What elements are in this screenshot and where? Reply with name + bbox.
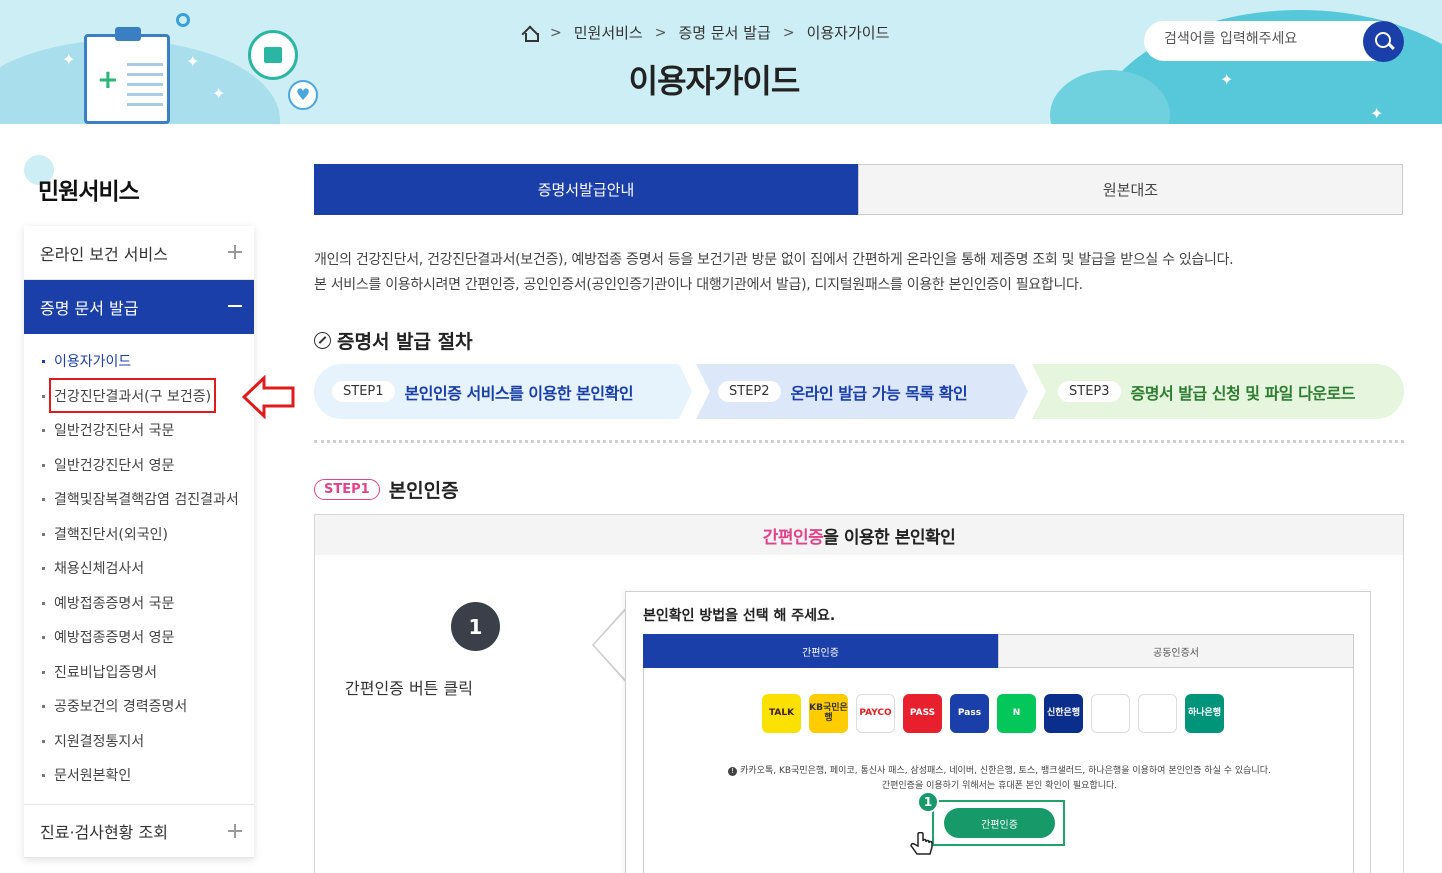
- ring-decor: [176, 13, 190, 27]
- sub-item[interactable]: 결핵및잠복결핵감염 검진결과서: [40, 482, 254, 517]
- sub-item[interactable]: 지원결정통지서: [40, 724, 254, 759]
- dotted-divider: [314, 440, 1404, 443]
- annotation-highlight-box: [49, 378, 216, 413]
- pointing-hand-icon: [910, 832, 933, 855]
- sub-item[interactable]: 결핵진단서(외국인): [40, 517, 254, 552]
- pencil-icon: [314, 332, 331, 349]
- step1-heading: STEP1 본인인증: [314, 476, 459, 503]
- step-badge: STEP3: [1058, 381, 1121, 402]
- auth-provider-icons: TALK KB국민은행 PAYCO PASS Pass N 신한은행 하나은행: [762, 694, 1224, 733]
- tab-certificate-guide[interactable]: 증명서발급안내: [314, 164, 858, 215]
- plus-icon[interactable]: [228, 824, 242, 838]
- simple-auth-button[interactable]: 간편인증: [944, 808, 1055, 838]
- annotation-highlight-box: 1 간편인증: [917, 791, 1065, 846]
- guide-box: 간편인증 을 이용한 본인확인 1 간편인증 버튼 클릭 본인확인 방법을 선택 …: [314, 514, 1404, 873]
- minus-icon[interactable]: [228, 305, 242, 307]
- hana-bank-icon[interactable]: 하나은행: [1185, 694, 1224, 733]
- tab-joint-certificate[interactable]: 공동인증서: [998, 634, 1354, 668]
- step-number-badge: 1: [451, 602, 500, 651]
- sub-item[interactable]: 문서원본확인: [40, 758, 254, 793]
- sub-item[interactable]: 예방접종증명서 영문: [40, 620, 254, 655]
- section-title: 증명서 발급 절차: [314, 327, 473, 354]
- page-title: 이용자가이드: [628, 62, 801, 100]
- sidebar-menu-online-health[interactable]: 온라인 보건 서비스: [24, 226, 254, 280]
- sub-item[interactable]: 예방접종증명서 국문: [40, 586, 254, 621]
- guide-caption: 간편인증 버튼 클릭: [345, 679, 473, 698]
- shinhan-bank-icon[interactable]: 신한은행: [1044, 694, 1083, 733]
- note-line: 간편인증을 이용하기 위해서는 휴대폰 본인 확인이 필요합니다.: [881, 781, 1118, 791]
- toss-icon[interactable]: [1091, 694, 1130, 733]
- arrow-left-icon: [242, 375, 295, 419]
- search-icon[interactable]: [1363, 21, 1404, 62]
- procedure-steps: STEP1 본인인증 서비스를 이용한 본인확인 STEP2 온라인 발급 가능…: [314, 364, 1404, 419]
- sub-item[interactable]: 공중보건의 경력증명서: [40, 689, 254, 724]
- chevron-right-icon: >: [654, 24, 667, 41]
- search-input[interactable]: [1164, 31, 1354, 47]
- step-heading-text: 본인인증: [388, 480, 459, 502]
- pass-icon[interactable]: PASS: [903, 694, 942, 733]
- sub-item[interactable]: 일반건강진단서 국문: [40, 413, 254, 448]
- breadcrumb: > 민원서비스 > 증명 문서 발급 > 이용자가이드: [522, 22, 889, 43]
- sparkle-icon: ✦: [1370, 104, 1384, 123]
- step-badge: STEP2: [718, 381, 781, 402]
- procedure-step-3: STEP3 증명서 발급 신청 및 파일 다운로드: [1032, 364, 1404, 419]
- step-badge: STEP1: [332, 381, 395, 402]
- samsung-pass-icon[interactable]: Pass: [950, 694, 989, 733]
- tab-simple-auth[interactable]: 간편인증: [643, 634, 998, 668]
- procedure-step-2: STEP2 온라인 발급 가능 목록 확인: [696, 364, 1028, 419]
- tab-original-compare[interactable]: 원본대조: [858, 164, 1403, 215]
- breadcrumb-item[interactable]: 민원서비스: [574, 22, 643, 43]
- menu-label: 온라인 보건 서비스: [40, 244, 168, 264]
- intro-text: 개인의 건강진단서, 건강진단결과서(보건증), 예방접종 증명서 등을 보건기…: [314, 248, 1234, 298]
- breadcrumb-item[interactable]: 이용자가이드: [807, 22, 890, 43]
- sidebar-title: 민원서비스: [38, 179, 140, 205]
- banksalad-icon[interactable]: [1138, 694, 1177, 733]
- guide-box-title: 간편인증 을 이용한 본인확인: [315, 515, 1403, 555]
- menu-label: 진료·검사현황 조회: [40, 823, 168, 842]
- kakao-talk-icon[interactable]: TALK: [762, 694, 801, 733]
- breadcrumb-item[interactable]: 증명 문서 발급: [678, 22, 770, 43]
- panel-pointer: [592, 607, 627, 683]
- procedure-step-1: STEP1 본인인증 서비스를 이용한 본인확인: [314, 364, 692, 419]
- sidebar-menu-treatment[interactable]: 진료·검사현황 조회: [24, 804, 254, 858]
- chevron-right-icon: >: [550, 24, 562, 41]
- sub-item[interactable]: 채용신체검사서: [40, 551, 254, 586]
- guide-title-rest: 을 이용한 본인확인: [823, 527, 956, 548]
- sidebar: 온라인 보건 서비스 증명 문서 발급 이용자가이드 건강진단결과서(구 보건증…: [24, 226, 254, 858]
- info-icon: !: [728, 767, 738, 776]
- note-line: ! 카카오톡, KB국민은행, 페이코, 통신사 패스, 삼성패스, 네이버, 신…: [644, 764, 1355, 779]
- home-icon[interactable]: [522, 25, 539, 42]
- plus-icon[interactable]: [228, 245, 242, 259]
- kb-bank-icon[interactable]: KB국민은행: [809, 694, 848, 733]
- click-order-badge: 1: [917, 791, 939, 813]
- note-text: 카카오톡, KB국민은행, 페이코, 통신사 패스, 삼성패스, 네이버, 신한…: [740, 766, 1271, 776]
- guide-title-highlight: 간편인증: [762, 527, 824, 548]
- payco-icon[interactable]: PAYCO: [856, 694, 895, 733]
- menu-label: 증명 문서 발급: [40, 299, 139, 318]
- auth-panel-screenshot: 본인확인 방법을 선택 해 주세요. 간편인증 공동인증서 TALK KB국민은행…: [625, 591, 1371, 873]
- panel-body: TALK KB국민은행 PAYCO PASS Pass N 신한은행 하나은행 ! 카카오톡, …: [643, 668, 1354, 873]
- auth-note: ! 카카오톡, KB국민은행, 페이코, 통신사 패스, 삼성패스, 네이버, 신…: [644, 764, 1355, 794]
- sidebar-menu-certificate[interactable]: 증명 문서 발급: [24, 280, 254, 334]
- section-title-text: 증명서 발급 절차: [337, 331, 473, 353]
- step-text: 온라인 발급 가능 목록 확인: [790, 383, 968, 403]
- panel-title: 본인확인 방법을 선택 해 주세요.: [643, 608, 836, 624]
- sub-item[interactable]: 일반건강진단서 영문: [40, 448, 254, 483]
- search-box: [1144, 21, 1404, 62]
- step-text: 본인인증 서비스를 이용한 본인확인: [404, 383, 634, 403]
- step-badge: STEP1: [314, 479, 380, 500]
- step-text: 증명서 발급 신청 및 파일 다운로드: [1130, 383, 1356, 403]
- chevron-right-icon: >: [782, 24, 795, 41]
- intro-line: 본 서비스를 이용하시려면 간편인증, 공인인증서(공인인증기관이나 대행기관에…: [314, 277, 1083, 293]
- naver-icon[interactable]: N: [997, 694, 1036, 733]
- intro-line: 개인의 건강진단서, 건강진단결과서(보건증), 예방접종 증명서 등을 보건기…: [314, 252, 1234, 268]
- sub-item[interactable]: 진료비납입증명서: [40, 655, 254, 690]
- sub-item-user-guide[interactable]: 이용자가이드: [40, 344, 254, 379]
